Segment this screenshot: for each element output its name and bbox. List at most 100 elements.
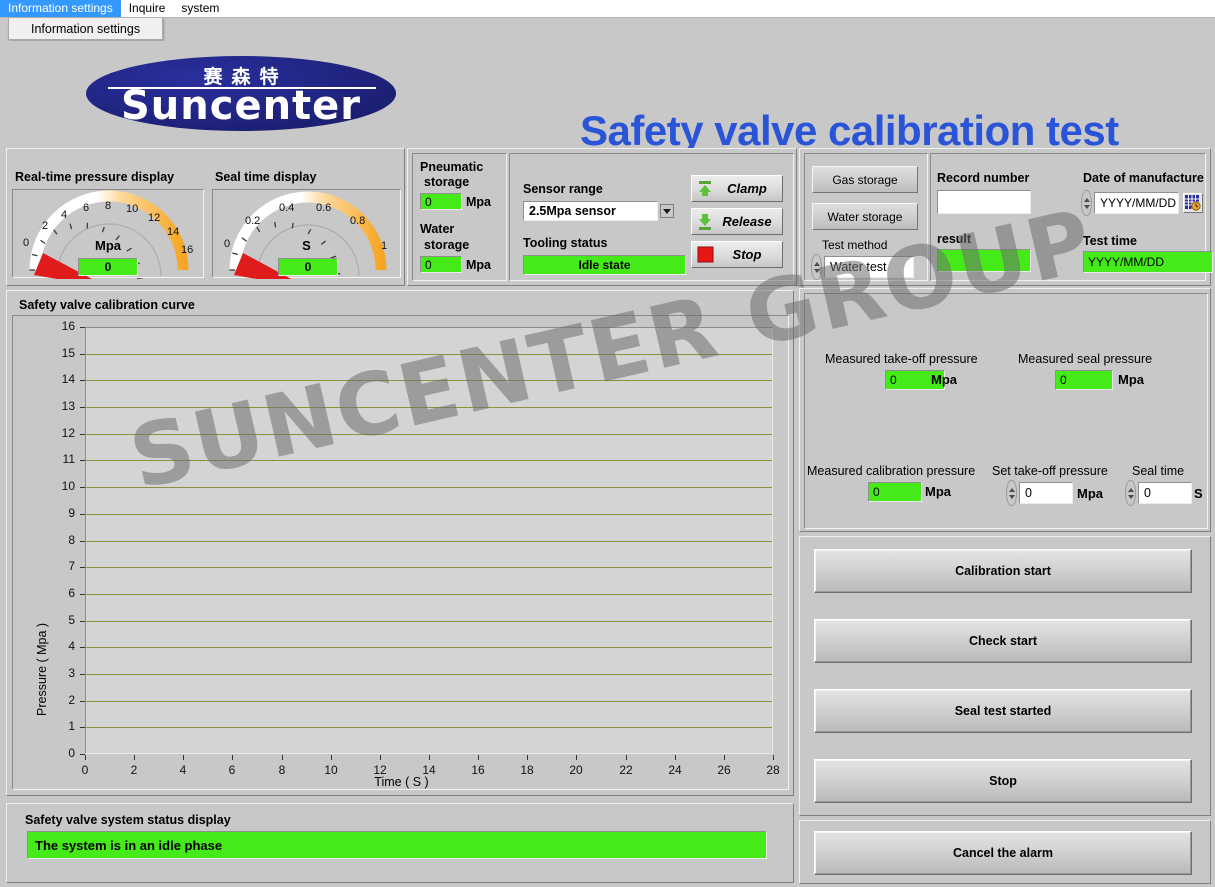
chart-x-tick-16: 16 [471, 763, 485, 777]
chart-y-tickmark [80, 727, 85, 728]
chart-x-tickmark [232, 755, 233, 760]
record-number-input[interactable] [937, 190, 1031, 214]
water-storage-value: 0 [420, 256, 462, 273]
chart-x-tickmark [380, 755, 381, 760]
chart-y-tickmark [80, 354, 85, 355]
test-method-control[interactable]: Water test [811, 254, 914, 280]
test-method-spinner[interactable] [811, 254, 822, 280]
storage-subpanel: Pneumatic storage 0 Mpa Water storage 0 … [412, 153, 507, 281]
menu-item-information-settings[interactable]: Information settings [0, 0, 121, 17]
record-panel: Gas storage Water storage Test method Wa… [799, 148, 1213, 286]
chart-x-tick-14: 14 [422, 763, 436, 777]
release-button[interactable]: Release [691, 208, 783, 235]
chart-y-tickmark [80, 514, 85, 515]
stop-square-icon [692, 246, 718, 263]
sensor-range-input[interactable]: 2.5Mpa sensor [523, 201, 658, 221]
pressure-tick-12: 12 [148, 212, 161, 224]
chart-x-tickmark [478, 755, 479, 760]
date-spinner[interactable] [1081, 190, 1092, 216]
chart-x-tickmark [85, 755, 86, 760]
chart-y-tick-13: 13 [61, 399, 75, 413]
chart-gridline [86, 594, 772, 595]
tooling-status-label: Tooling status [523, 236, 608, 250]
seal-gauge-frame: 0 0.2 0.4 0.6 0.8 1 S 0 [212, 189, 401, 279]
seal-time-control[interactable]: 0 [1125, 480, 1192, 506]
water-storage-button[interactable]: Water storage [812, 203, 918, 230]
menu-dropdown-information-settings[interactable]: Information settings [8, 18, 163, 40]
seal-test-started-button[interactable]: Seal test started [814, 689, 1192, 733]
set-takeoff-input[interactable]: 0 [1019, 482, 1073, 504]
set-takeoff-spinner[interactable] [1006, 480, 1017, 506]
chart-y-tick-4: 4 [68, 639, 75, 653]
chart-y-tick-16: 16 [61, 319, 75, 333]
clamp-button[interactable]: Clamp [691, 175, 783, 202]
seal-test-started-label: Seal test started [954, 704, 1052, 718]
chart-gridline [86, 621, 772, 622]
main-buttons-panel: Calibration start Check start Seal test … [799, 536, 1211, 816]
chart-gridline [86, 434, 772, 435]
date-of-manufacture-input[interactable]: YYYY/MM/DD [1094, 192, 1179, 214]
pneumatic-storage-unit: Mpa [466, 195, 491, 209]
chart-x-tickmark [527, 755, 528, 760]
seal-time-unit: S [1194, 486, 1203, 501]
measured-calibration-value: 0 [868, 482, 922, 502]
calendar-icon[interactable] [1183, 193, 1203, 213]
set-takeoff-control[interactable]: 0 [1006, 480, 1073, 506]
water-storage-label: Water storage [827, 209, 903, 224]
chevron-down-icon[interactable] [660, 204, 674, 218]
chart-y-tick-2: 2 [68, 693, 75, 707]
seal-gauge-unit: S [302, 238, 311, 253]
seal-tick-08: 0.8 [350, 215, 366, 227]
release-icon [692, 213, 718, 231]
pneumatic-storage-label-line2: storage [424, 175, 470, 189]
release-button-label: Release [722, 214, 772, 229]
chart-gridline [86, 647, 772, 648]
chart-y-axis-title: Pressure ( Mpa ) [35, 622, 49, 716]
chart-y-tick-15: 15 [61, 346, 75, 360]
water-storage-label-line2: storage [424, 238, 470, 252]
cancel-alarm-button[interactable]: Cancel the alarm [814, 831, 1192, 875]
record-fields-subpanel: Record number result Date of manufacture… [930, 153, 1213, 281]
status-panel: Safety valve system status display The s… [6, 803, 794, 883]
test-method-label: Test method [822, 238, 888, 252]
chart-y-tick-12: 12 [61, 426, 75, 440]
measured-takeoff-label: Measured take-off pressure [825, 352, 978, 366]
chart-x-tickmark [429, 755, 430, 760]
pneumatic-storage-value: 0 [420, 193, 462, 210]
chart-plot-area[interactable] [85, 327, 773, 754]
set-takeoff-unit: Mpa [1077, 486, 1103, 501]
tooling-status-value: Idle state [523, 255, 686, 275]
cancel-alarm-label: Cancel the alarm [952, 846, 1054, 860]
chart-x-tick-20: 20 [569, 763, 583, 777]
calibration-start-button[interactable]: Calibration start [814, 549, 1192, 593]
chart-x-tick-6: 6 [228, 763, 236, 777]
seal-time-spinner[interactable] [1125, 480, 1136, 506]
header: 赛森特 Suncenter Safety valve calibration t… [0, 41, 1215, 154]
water-storage-label-line1: Water [420, 222, 455, 236]
date-of-manufacture-control[interactable]: YYYY/MM/DD [1081, 190, 1203, 216]
stop-main-button[interactable]: Stop [814, 759, 1192, 803]
chart-x-tickmark [134, 755, 135, 760]
test-time-value: YYYY/MM/DD [1083, 251, 1213, 273]
test-method-value[interactable]: Water test [824, 256, 914, 278]
set-takeoff-label: Set take-off pressure [992, 464, 1108, 478]
gas-storage-button[interactable]: Gas storage [812, 166, 918, 193]
menu-item-inquire[interactable]: Inquire [121, 0, 174, 17]
chart-x-tickmark [626, 755, 627, 760]
chart-y-tickmark [80, 594, 85, 595]
chart-panel: Safety valve calibration curve Pressure … [6, 290, 794, 796]
calibration-start-label: Calibration start [955, 564, 1051, 578]
check-start-button[interactable]: Check start [814, 619, 1192, 663]
chart-x-tickmark [773, 755, 774, 760]
chart-x-tick-12: 12 [373, 763, 387, 777]
seal-time-input[interactable]: 0 [1138, 482, 1192, 504]
menu-item-system[interactable]: system [173, 0, 227, 17]
clamp-button-label: Clamp [727, 181, 767, 196]
chart-y-tickmark [80, 487, 85, 488]
chart-y-tickmark [80, 647, 85, 648]
pressure-gauge-value: 0 [78, 258, 138, 276]
stop-toolbar-button[interactable]: Stop [691, 241, 783, 268]
chart-y-tickmark [80, 541, 85, 542]
chart-gridline [86, 701, 772, 702]
pressure-tick-6: 6 [83, 202, 90, 214]
